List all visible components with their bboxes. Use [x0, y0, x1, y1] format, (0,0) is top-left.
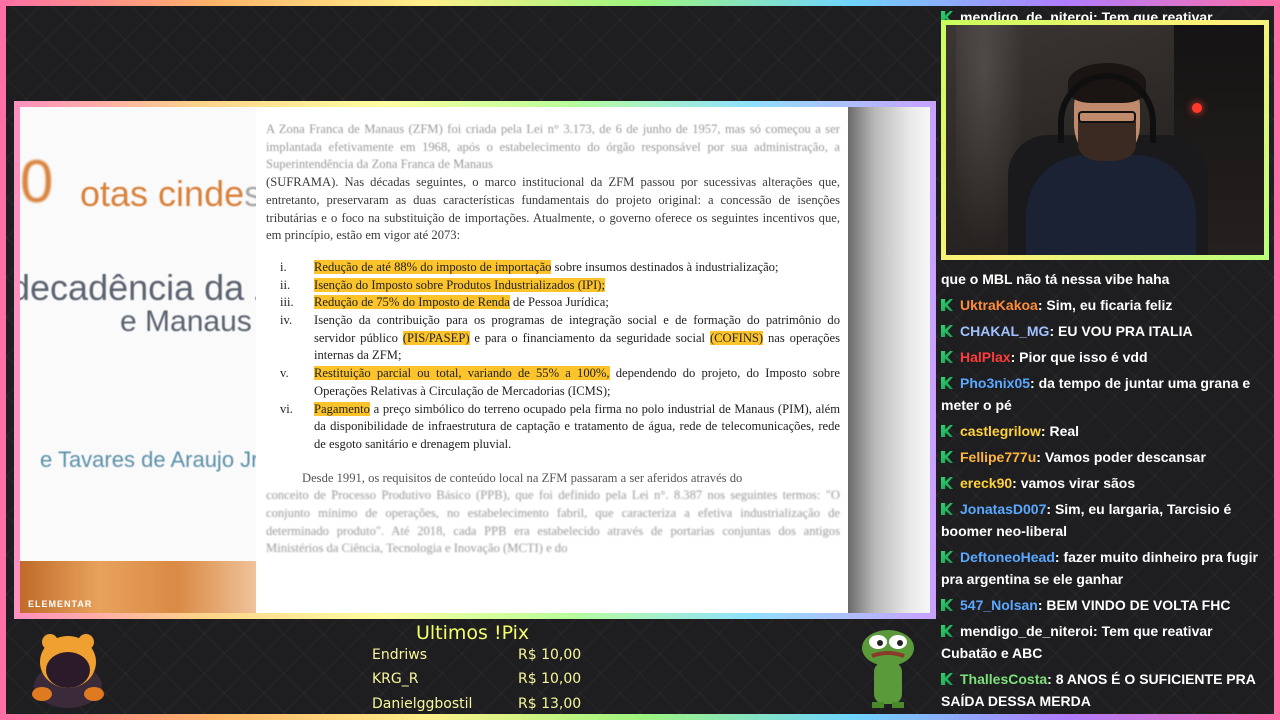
chat-message: HalPlax: Pior que isso é vdd	[941, 346, 1263, 368]
document-page: A Zona Franca de Manaus (ZFM) foi criada…	[256, 107, 850, 613]
kick-badge-icon	[941, 425, 953, 437]
chat-username[interactable]: castlegrilow	[960, 423, 1041, 439]
chat-message: que o MBL não tá nessa vibe haha	[941, 268, 1263, 290]
incentive-number: i.	[280, 259, 287, 274]
chat-message: CHAKAL_MG: EU VOU PRA ITALIA	[941, 320, 1263, 342]
chat-username[interactable]: ThallesCosta	[960, 671, 1047, 687]
incentive-item: v. Restituição parcial ou total, variando…	[280, 365, 840, 400]
cover-title-line-3: e Manaus	[120, 305, 252, 338]
incentive-item: i. Redução de até 88% do imposto de impor…	[280, 259, 840, 277]
chat-text: : EU VOU PRA ITALIA	[1049, 323, 1193, 339]
chat-message: UktraKakoa: Sim, eu ficaria feliz	[941, 294, 1263, 316]
incentive-text: Pagamento a preço simbólico do terreno o…	[314, 401, 840, 451]
chat-message: 547_Nolsan: BEM VINDO DE VOLTA FHC	[941, 594, 1263, 616]
kick-badge-icon	[941, 551, 953, 563]
kick-badge-icon	[941, 451, 953, 463]
kick-badge-icon	[941, 503, 953, 515]
screen-capture: 0 otas cindes decadência da Z e Manaus e…	[20, 107, 930, 613]
webcam-feed	[946, 25, 1264, 255]
pix-title: Ultimos !Pix	[416, 622, 530, 644]
incentive-number: v.	[280, 366, 289, 381]
pix-amount: R$ 10,00	[518, 671, 582, 687]
chat-message: JonatasD007: Sim, eu largaria, Tarcisio …	[941, 498, 1263, 542]
cover-title-line-2: decadência da Z	[20, 267, 256, 308]
page-edge-shadow	[848, 107, 930, 613]
incentive-number: vi.	[280, 401, 293, 416]
incentive-item: vi. Pagamento a preço simbólico do terren…	[280, 401, 840, 454]
incentive-text: Redução de até 88% do imposto de importa…	[314, 259, 779, 274]
chat-text: : BEM VINDO DE VOLTA FHC	[1037, 597, 1231, 613]
book-cover-page: 0 otas cindes decadência da Z e Manaus e…	[20, 107, 256, 613]
cover-title-line-1: otas cindes	[80, 173, 256, 214]
chat-username[interactable]: 547_Nolsan	[960, 597, 1038, 613]
chat-text: : Vamos poder descansar	[1036, 449, 1206, 465]
pix-row: Endriws R$ 10,00	[372, 647, 590, 663]
pix-donations-panel: Ultimos !Pix Endriws R$ 10,00 KRG_R R$ 10,…	[360, 622, 590, 714]
chat-username[interactable]: DeftoneoHead	[960, 549, 1055, 565]
kick-badge-icon	[941, 299, 953, 311]
chat-username[interactable]: Pho3nix05	[960, 375, 1030, 391]
incentive-item: iii. Redução de 75% do Imposto de Renda d…	[280, 294, 840, 312]
chat-text: : Sim, eu ficaria feliz	[1037, 297, 1173, 313]
pix-amount: R$ 13,00	[518, 696, 582, 712]
pix-row: KRG_R R$ 10,00	[372, 671, 590, 687]
incentive-text: Isenção do Imposto sobre Produtos Indust…	[314, 277, 606, 292]
screen-capture-border: 0 otas cindes decadência da Z e Manaus e…	[14, 101, 936, 619]
kick-badge-icon	[941, 351, 953, 363]
chat-message: ThallesCosta: 8 ANOS É O SUFICIENTE PRA …	[941, 668, 1263, 712]
kick-badge-icon	[941, 377, 953, 389]
chat-username[interactable]: UktraKakoa	[960, 297, 1038, 313]
pix-donor: KRG_R	[372, 671, 419, 687]
chat-message: DeftoneoHead: fazer muito dinheiro pra f…	[941, 546, 1263, 590]
incentives-list: i. Redução de até 88% do imposto de impor…	[266, 259, 840, 454]
chat-username[interactable]: CHAKAL_MG	[960, 323, 1049, 339]
chat-username[interactable]: Fellipe777u	[960, 449, 1036, 465]
kick-badge-icon	[941, 673, 953, 685]
cover-number: 0	[20, 148, 54, 215]
incentive-number: iii.	[280, 295, 294, 310]
doc-intro-faded: A Zona Franca de Manaus (ZFM) foi criada…	[266, 122, 840, 172]
kick-badge-icon	[941, 325, 953, 337]
chat-text: : vamos virar sãos	[1012, 475, 1136, 491]
chat-message: Pho3nix05: da tempo de juntar uma grana …	[941, 372, 1263, 416]
chat-message: mendigo_de_niteroi: Tem que reativar Cub…	[941, 620, 1263, 664]
pix-donor: Endriws	[372, 647, 427, 663]
doc-outro: Desde 1991, os requisitos de conteúdo lo…	[302, 470, 743, 485]
chat-username[interactable]: ereck90	[960, 475, 1012, 491]
red-light-icon	[1192, 103, 1202, 113]
doc-intro: (SUFRAMA). Nas décadas seguintes, o marc…	[266, 175, 840, 243]
kick-badge-icon	[941, 625, 953, 637]
pix-amount: R$ 10,00	[518, 647, 582, 663]
incentive-text: Isenção da contribuição para os programa…	[314, 313, 841, 363]
chat-text: : Real	[1040, 423, 1080, 439]
chat-text: que o MBL não tá nessa vibe haha	[941, 271, 1170, 287]
incentive-text: Redução de 75% do Imposto de Renda de Pe…	[314, 295, 609, 310]
frog-emote-icon	[862, 630, 914, 708]
incentive-number: ii.	[280, 277, 291, 292]
incentive-item: iv. Isenção da contribuição para os progr…	[280, 312, 840, 365]
pix-donor: Danielggbostil	[372, 696, 473, 712]
chat-username[interactable]: mendigo_de_niteroi	[960, 623, 1093, 639]
incentive-item: ii. Isenção do Imposto sobre Produtos Ind…	[280, 277, 840, 295]
incentive-text: Restituição parcial ou total, variando d…	[314, 366, 840, 398]
chat-message: castlegrilow: Real	[941, 420, 1263, 442]
webcam-border	[941, 20, 1269, 260]
doc-outro-faded: conceito de Processo Produtivo Básico (P…	[266, 488, 840, 556]
cover-author: e Tavares de Araujo Jr.	[40, 447, 256, 472]
chat-username[interactable]: JonatasD007	[960, 501, 1046, 517]
pix-row: Danielggbostil R$ 13,00	[372, 696, 590, 712]
chat-username[interactable]: HalPlax	[960, 349, 1011, 365]
chat-text: : Pior que isso é vdd	[1010, 349, 1148, 365]
mascot-icon	[32, 634, 104, 708]
brand-logo: ELEMENTAR	[28, 599, 93, 609]
streamer	[1026, 155, 1196, 255]
kick-badge-icon	[941, 599, 953, 611]
chat-message: ereck90: vamos virar sãos	[941, 472, 1263, 494]
chat-message: Fellipe777u: Vamos poder descansar	[941, 446, 1263, 468]
kick-badge-icon	[941, 477, 953, 489]
incentive-number: iv.	[280, 313, 293, 328]
